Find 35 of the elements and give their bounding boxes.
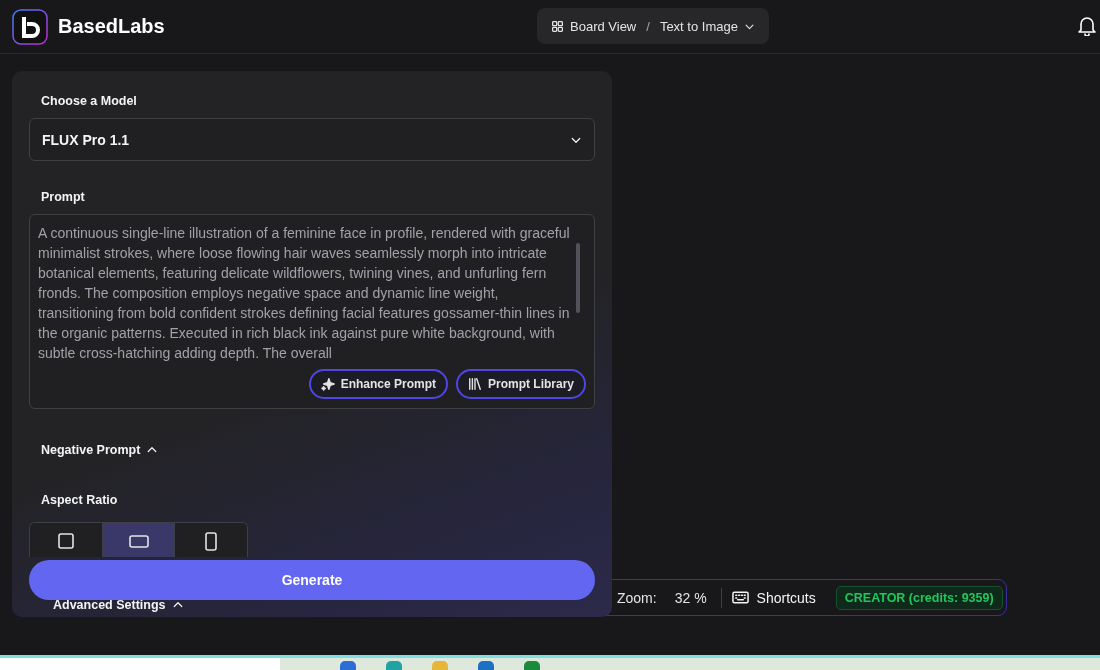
zoom-label: Zoom:	[617, 589, 657, 606]
square-icon	[56, 532, 75, 550]
taskbar-icon[interactable]	[386, 661, 402, 670]
section-label: Aspect Ratio	[41, 493, 118, 507]
aspect-ratio-option[interactable]	[30, 523, 103, 557]
breadcrumb-item[interactable]: Board View	[551, 18, 637, 34]
grid-icon	[551, 19, 564, 33]
keyboard-icon	[731, 589, 749, 606]
prompt-field[interactable]: A continuous single-line illustration of a feminine face in profile, rendered with graceful minimalist strokes, where loose flowing hair waves seamlessly morph into intricate botanical elements, featuring delicate wildflowers, twining vines, and unfurling fern fronds. The composition employs negative space and dynamic line weight, transitioning from bold confident strokes defining facial features gossamer-thin lines in the organic patterns. Executed in rich black ink against pure white background, with subtle cross-hatching adding depth. The overall Enhance Prompt Prompt Library	[29, 214, 595, 409]
aspect-ratio-option[interactable]	[102, 523, 176, 557]
enhance-prompt-button[interactable]: Enhance Prompt	[308, 369, 448, 399]
section-label: Choose a Model	[41, 94, 137, 108]
zoom-value: 32 %	[674, 589, 707, 606]
breadcrumb-item[interactable]: Text to Image	[659, 18, 755, 34]
scrollbar-thumb[interactable]	[576, 243, 580, 313]
books-icon	[468, 377, 482, 391]
taskbar-search-field[interactable]	[0, 658, 280, 670]
shortcuts-button[interactable]: Shortcuts	[731, 589, 816, 606]
model-select[interactable]: FLUX Pro 1.1	[29, 118, 595, 161]
landscape-icon	[128, 532, 149, 551]
taskbar-icon[interactable]	[524, 661, 540, 670]
sparkle-icon	[320, 377, 335, 391]
negative-prompt-toggle[interactable]: Negative Prompt	[41, 443, 159, 457]
taskbar-icon[interactable]	[340, 661, 356, 670]
prompt-library-button[interactable]: Prompt Library	[456, 369, 586, 399]
generate-button[interactable]: Generate	[29, 560, 595, 600]
section-label: Prompt	[41, 190, 85, 204]
brand-name: BasedLabs	[58, 15, 165, 38]
breadcrumb-separator: /	[646, 18, 650, 34]
bell-icon	[1076, 14, 1098, 36]
plan-badge: CREATOR (credits: 9359)	[835, 585, 1003, 610]
logo-icon	[12, 8, 48, 45]
aspect-ratio-option[interactable]	[175, 523, 247, 557]
taskbar-icon[interactable]	[478, 661, 494, 670]
advanced-settings-toggle[interactable]: Advanced Settings	[53, 598, 184, 612]
